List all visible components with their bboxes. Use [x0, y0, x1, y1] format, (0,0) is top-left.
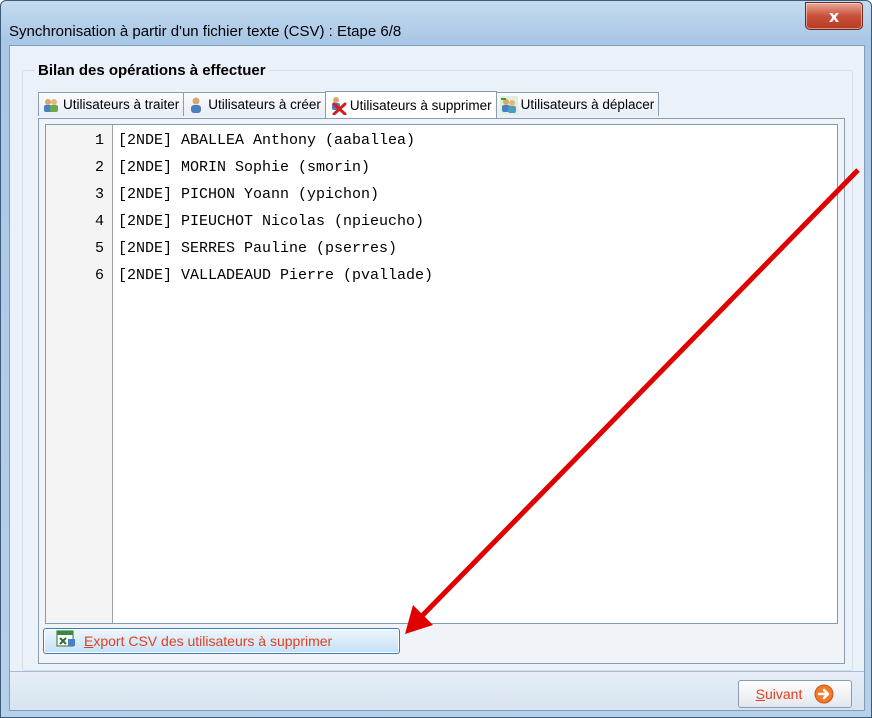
- dialog-footer: Suivant: [10, 671, 864, 710]
- users-group-icon: [41, 95, 61, 115]
- tab-users-to-move[interactable]: Utilisateurs à déplacer: [495, 92, 660, 116]
- title-bar[interactable]: Synchronisation à partir d'un fichier te…: [1, 1, 871, 45]
- user-entry: [2NDE] PICHON Yoann (ypichon): [118, 186, 380, 203]
- user-icon: [186, 95, 206, 115]
- line-number: 1: [94, 132, 104, 149]
- list-item[interactable]: 2 [2NDE] MORIN Sophie (smorin): [46, 154, 837, 181]
- next-label: Suivant: [755, 686, 803, 702]
- users-move-icon: [499, 95, 519, 115]
- export-csv-button[interactable]: Export CSV des utilisateurs à supprimer: [43, 628, 400, 654]
- tab-users-to-create[interactable]: Utilisateurs à créer: [183, 92, 326, 116]
- tab-panel: 1 [2NDE] ABALLEA Anthony (aaballea) 2 [2…: [38, 118, 845, 664]
- list-item[interactable]: 5 [2NDE] SERRES Pauline (pserres): [46, 235, 837, 262]
- list-item[interactable]: 1 [2NDE] ABALLEA Anthony (aaballea): [46, 127, 837, 154]
- tab-users-to-process[interactable]: Utilisateurs à traiter: [38, 92, 185, 116]
- user-entry: [2NDE] PIEUCHOT Nicolas (npieucho): [118, 213, 425, 230]
- tab-label: Utilisateurs à traiter: [63, 97, 180, 112]
- tab-strip: Utilisateurs à traiter Utilisateurs à cr…: [38, 91, 660, 118]
- list-item[interactable]: 4 [2NDE] PIEUCHOT Nicolas (npieucho): [46, 208, 837, 235]
- next-button[interactable]: Suivant: [738, 680, 852, 708]
- line-number: 3: [94, 186, 104, 203]
- excel-export-icon: [56, 630, 76, 653]
- line-number: 2: [94, 159, 104, 176]
- close-button[interactable]: x: [805, 2, 863, 30]
- groupbox-title: Bilan des opérations à effectuer: [34, 62, 270, 79]
- arrow-right-circle-icon: [814, 684, 834, 704]
- user-delete-icon: [328, 95, 348, 115]
- user-entry: [2NDE] ABALLEA Anthony (aaballea): [118, 132, 416, 149]
- dialog-window: Synchronisation à partir d'un fichier te…: [0, 0, 872, 718]
- window-title: Synchronisation à partir d'un fichier te…: [9, 23, 402, 40]
- list-item[interactable]: 3 [2NDE] PICHON Yoann (ypichon): [46, 181, 837, 208]
- user-entry: [2NDE] SERRES Pauline (pserres): [118, 240, 398, 257]
- close-icon: x: [828, 6, 840, 26]
- tab-label: Utilisateurs à supprimer: [349, 97, 492, 113]
- list-item[interactable]: 6 [2NDE] VALLADEAUD Pierre (pvallade): [46, 262, 837, 289]
- users-to-delete-list[interactable]: 1 [2NDE] ABALLEA Anthony (aaballea) 2 [2…: [45, 124, 838, 624]
- export-csv-label: Export CSV des utilisateurs à supprimer: [84, 633, 333, 649]
- line-number: 6: [94, 267, 104, 284]
- tab-label: Utilisateurs à déplacer: [520, 97, 655, 112]
- dialog-body: Bilan des opérations à effectuer Utilisa…: [9, 45, 865, 711]
- user-entry: [2NDE] VALLADEAUD Pierre (pvallade): [118, 267, 434, 284]
- tab-users-to-delete[interactable]: Utilisateurs à supprimer: [324, 91, 497, 118]
- tab-label: Utilisateurs à créer: [208, 97, 321, 112]
- user-entry: [2NDE] MORIN Sophie (smorin): [118, 159, 371, 176]
- line-number: 4: [94, 213, 104, 230]
- line-number: 5: [94, 240, 104, 257]
